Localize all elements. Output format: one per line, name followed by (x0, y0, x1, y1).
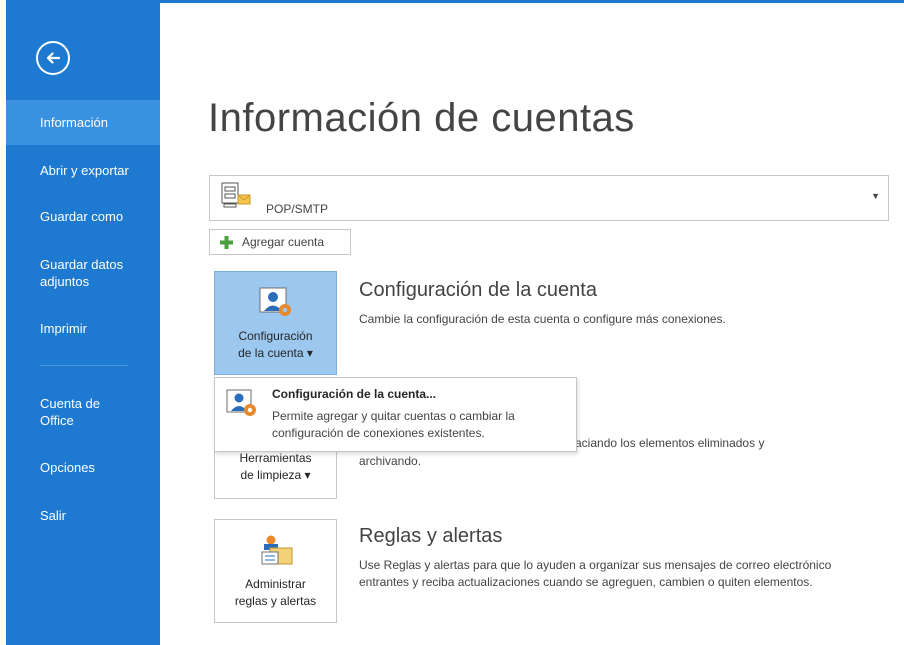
menu-item-title: Configuración de la cuenta... (272, 387, 437, 401)
account-settings-label-1: Configuración (238, 329, 313, 343)
back-arrow-icon (46, 52, 61, 64)
sidebar-item-opciones[interactable]: Opciones (6, 459, 160, 476)
sidebar-divider (40, 365, 128, 366)
account-settings-icon (226, 389, 256, 416)
sidebar-item-label: Cuenta de Office (40, 396, 100, 428)
rules-alerts-icon (261, 535, 293, 565)
rules-alerts-title: Reglas y alertas (359, 525, 503, 547)
plus-icon (220, 236, 233, 249)
account-settings-menu-item[interactable]: Configuración de la cuenta... Permite ag… (214, 377, 577, 452)
manage-rules-label-2: reglas y alertas (234, 594, 317, 608)
sidebar-item-label: Información (40, 115, 108, 130)
dropdown-arrow-icon: ▼ (871, 191, 880, 201)
account-settings-icon (259, 287, 291, 316)
cleanup-desc-line2: archivando. (359, 454, 422, 468)
add-account-button[interactable]: Agregar cuenta (209, 229, 351, 255)
rules-alerts-desc: Use Reglas y alertas para que lo ayuden … (359, 558, 832, 589)
page-title: Información de cuentas (208, 96, 635, 140)
account-type: POP/SMTP (266, 202, 329, 216)
account-settings-desc: Cambie la configuración de esta cuenta o… (359, 312, 726, 326)
top-accent-line (160, 0, 904, 3)
sidebar-item-cuenta-office[interactable]: Cuenta de Office (6, 395, 116, 429)
account-settings-label-2: de la cuenta ▾ (238, 346, 313, 360)
sidebar-item-informacion[interactable]: Información (6, 100, 160, 145)
sidebar-item-label: Imprimir (40, 321, 87, 336)
account-settings-title: Configuración de la cuenta (359, 279, 597, 301)
manage-rules-label-1: Administrar (245, 577, 306, 591)
sidebar-item-label: Opciones (40, 460, 95, 475)
sidebar-item-guardar-datos-adjuntos[interactable]: Guardar datos adjuntos (6, 256, 136, 290)
back-button[interactable] (36, 41, 70, 75)
sidebar-item-label: Salir (40, 508, 67, 523)
cleanup-desc-line1: aciando los elementos eliminados y (575, 436, 765, 450)
menu-item-desc: Permite agregar y quitar cuentas o cambi… (272, 409, 515, 440)
sidebar-item-salir[interactable]: Salir (6, 507, 160, 524)
sidebar-item-guardar-como[interactable]: Guardar como (6, 208, 160, 225)
account-settings-button[interactable]: Configuración de la cuenta ▾ (214, 271, 337, 375)
sidebar-item-label: Guardar como (40, 209, 124, 224)
add-account-label: Agregar cuenta (242, 235, 325, 249)
sidebar-item-imprimir[interactable]: Imprimir (6, 320, 160, 337)
backstage-sidebar: Información Abrir y exportar Guardar com… (0, 0, 160, 645)
account-icon (221, 182, 251, 208)
sidebar-item-label: Guardar datos adjuntos (40, 257, 124, 289)
sidebar-item-abrir-exportar[interactable]: Abrir y exportar (6, 162, 160, 179)
manage-rules-button[interactable]: Administrar reglas y alertas (214, 519, 337, 623)
sidebar-item-label: Abrir y exportar (40, 163, 129, 178)
cleanup-tools-label-1: Herramientas (239, 451, 312, 465)
account-selector[interactable]: POP/SMTP ▼ (209, 175, 889, 221)
cleanup-tools-label-2: de limpieza ▾ (240, 468, 311, 482)
